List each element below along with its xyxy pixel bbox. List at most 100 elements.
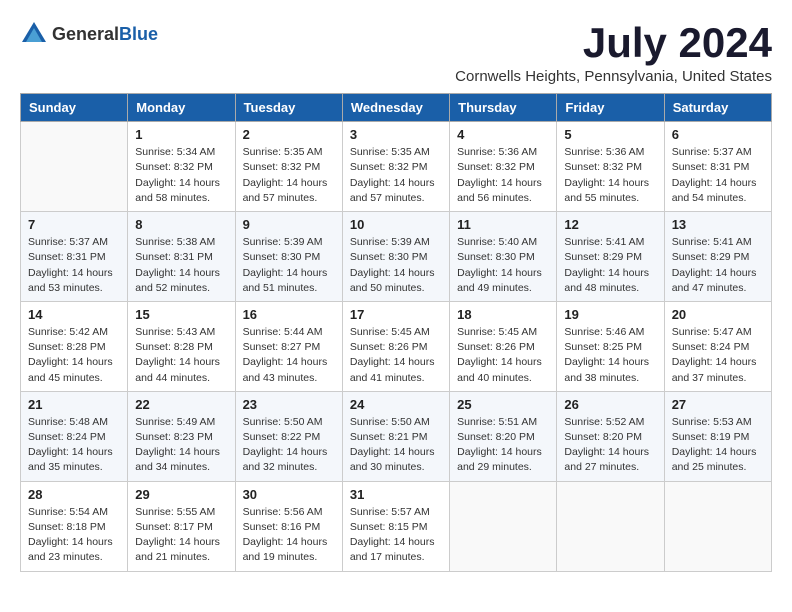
calendar-cell: 18 Sunrise: 5:45 AM Sunset: 8:26 PM Dayli…	[450, 301, 557, 391]
day-info: Sunrise: 5:39 AM Sunset: 8:30 PM Dayligh…	[243, 235, 335, 296]
day-number: 29	[135, 487, 227, 502]
day-number: 21	[28, 397, 120, 412]
calendar-header-row: SundayMondayTuesdayWednesdayThursdayFrid…	[21, 94, 772, 122]
calendar-cell: 28Sunrise: 5:54 AM Sunset: 8:18 PM Dayli…	[21, 481, 128, 571]
calendar-cell: 16 Sunrise: 5:44 AM Sunset: 8:27 PM Dayli…	[235, 301, 342, 391]
day-number: 4	[457, 127, 549, 142]
day-info: Sunrise: 5:54 AM Sunset: 8:18 PM Dayligh…	[28, 505, 120, 566]
day-info: Sunrise: 5:40 AM Sunset: 8:30 PM Dayligh…	[457, 235, 549, 296]
day-number: 31	[350, 487, 442, 502]
day-info: Sunrise: 5:38 AM Sunset: 8:31 PM Dayligh…	[135, 235, 227, 296]
day-number: 23	[243, 397, 335, 412]
day-info: Sunrise: 5:34 AM Sunset: 8:32 PM Dayligh…	[135, 145, 227, 206]
day-number: 20	[672, 307, 764, 322]
day-number: 26	[564, 397, 656, 412]
calendar-cell: 8 Sunrise: 5:38 AM Sunset: 8:31 PM Daylig…	[128, 212, 235, 302]
week-row-1: 1 Sunrise: 5:34 AM Sunset: 8:32 PM Daylig…	[21, 122, 772, 212]
day-info: Sunrise: 5:36 AM Sunset: 8:32 PM Dayligh…	[564, 145, 656, 206]
day-number: 5	[564, 127, 656, 142]
calendar-cell: 31 Sunrise: 5:57 AM Sunset: 8:15 PM Dayli…	[342, 481, 449, 571]
day-info: Sunrise: 5:44 AM Sunset: 8:27 PM Dayligh…	[243, 325, 335, 386]
day-number: 22	[135, 397, 227, 412]
day-info: Sunrise: 5:46 AM Sunset: 8:25 PM Dayligh…	[564, 325, 656, 386]
day-info: Sunrise: 5:57 AM Sunset: 8:15 PM Dayligh…	[350, 505, 442, 566]
day-info: Sunrise: 5:37 AM Sunset: 8:31 PM Dayligh…	[672, 145, 764, 206]
day-number: 1	[135, 127, 227, 142]
weekday-header-sunday: Sunday	[21, 94, 128, 122]
calendar-table: SundayMondayTuesdayWednesdayThursdayFrid…	[20, 93, 772, 571]
logo-icon	[20, 20, 48, 48]
day-info: Sunrise: 5:48 AM Sunset: 8:24 PM Dayligh…	[28, 415, 120, 476]
day-info: Sunrise: 5:52 AM Sunset: 8:20 PM Dayligh…	[564, 415, 656, 476]
day-number: 7	[28, 217, 120, 232]
day-info: Sunrise: 5:35 AM Sunset: 8:32 PM Dayligh…	[243, 145, 335, 206]
day-number: 17	[350, 307, 442, 322]
calendar-cell: 15Sunrise: 5:43 AM Sunset: 8:28 PM Dayli…	[128, 301, 235, 391]
title-block: July 2024 Cornwells Heights, Pennsylvani…	[455, 20, 772, 85]
day-number: 14	[28, 307, 120, 322]
calendar-cell	[21, 122, 128, 212]
logo-blue: Blue	[119, 24, 158, 44]
day-info: Sunrise: 5:45 AM Sunset: 8:26 PM Dayligh…	[350, 325, 442, 386]
day-info: Sunrise: 5:35 AM Sunset: 8:32 PM Dayligh…	[350, 145, 442, 206]
calendar-cell: 9 Sunrise: 5:39 AM Sunset: 8:30 PM Daylig…	[235, 212, 342, 302]
day-info: Sunrise: 5:45 AM Sunset: 8:26 PM Dayligh…	[457, 325, 549, 386]
logo: GeneralBlue	[20, 20, 158, 48]
day-number: 16	[243, 307, 335, 322]
calendar-cell	[557, 481, 664, 571]
day-number: 8	[135, 217, 227, 232]
weekday-header-tuesday: Tuesday	[235, 94, 342, 122]
day-info: Sunrise: 5:50 AM Sunset: 8:22 PM Dayligh…	[243, 415, 335, 476]
day-info: Sunrise: 5:49 AM Sunset: 8:23 PM Dayligh…	[135, 415, 227, 476]
day-info: Sunrise: 5:47 AM Sunset: 8:24 PM Dayligh…	[672, 325, 764, 386]
calendar-cell: 19Sunrise: 5:46 AM Sunset: 8:25 PM Dayli…	[557, 301, 664, 391]
day-info: Sunrise: 5:36 AM Sunset: 8:32 PM Dayligh…	[457, 145, 549, 206]
month-title: July 2024	[455, 20, 772, 66]
weekday-header-friday: Friday	[557, 94, 664, 122]
day-number: 30	[243, 487, 335, 502]
day-info: Sunrise: 5:56 AM Sunset: 8:16 PM Dayligh…	[243, 505, 335, 566]
calendar-cell: 24Sunrise: 5:50 AM Sunset: 8:21 PM Dayli…	[342, 391, 449, 481]
calendar-cell: 13Sunrise: 5:41 AM Sunset: 8:29 PM Dayli…	[664, 212, 771, 302]
week-row-3: 14 Sunrise: 5:42 AM Sunset: 8:28 PM Dayli…	[21, 301, 772, 391]
calendar-cell: 30 Sunrise: 5:56 AM Sunset: 8:16 PM Dayli…	[235, 481, 342, 571]
day-number: 11	[457, 217, 549, 232]
location-title: Cornwells Heights, Pennsylvania, United …	[455, 68, 772, 85]
page-header: GeneralBlue July 2024 Cornwells Heights,…	[20, 20, 772, 85]
logo-text: GeneralBlue	[52, 24, 158, 45]
weekday-header-saturday: Saturday	[664, 94, 771, 122]
day-info: Sunrise: 5:50 AM Sunset: 8:21 PM Dayligh…	[350, 415, 442, 476]
calendar-cell: 2 Sunrise: 5:35 AM Sunset: 8:32 PM Daylig…	[235, 122, 342, 212]
day-info: Sunrise: 5:51 AM Sunset: 8:20 PM Dayligh…	[457, 415, 549, 476]
day-number: 2	[243, 127, 335, 142]
calendar-cell: 4 Sunrise: 5:36 AM Sunset: 8:32 PM Daylig…	[450, 122, 557, 212]
day-info: Sunrise: 5:53 AM Sunset: 8:19 PM Dayligh…	[672, 415, 764, 476]
day-number: 12	[564, 217, 656, 232]
calendar-cell: 29 Sunrise: 5:55 AM Sunset: 8:17 PM Dayli…	[128, 481, 235, 571]
calendar-cell: 7Sunrise: 5:37 AM Sunset: 8:31 PM Daylig…	[21, 212, 128, 302]
calendar-cell	[450, 481, 557, 571]
calendar-cell: 14 Sunrise: 5:42 AM Sunset: 8:28 PM Dayli…	[21, 301, 128, 391]
calendar-cell: 20 Sunrise: 5:47 AM Sunset: 8:24 PM Dayli…	[664, 301, 771, 391]
week-row-2: 7Sunrise: 5:37 AM Sunset: 8:31 PM Daylig…	[21, 212, 772, 302]
day-number: 9	[243, 217, 335, 232]
weekday-header-thursday: Thursday	[450, 94, 557, 122]
calendar-cell: 21 Sunrise: 5:48 AM Sunset: 8:24 PM Dayli…	[21, 391, 128, 481]
calendar-cell: 26 Sunrise: 5:52 AM Sunset: 8:20 PM Dayli…	[557, 391, 664, 481]
calendar-cell: 27Sunrise: 5:53 AM Sunset: 8:19 PM Dayli…	[664, 391, 771, 481]
calendar-cell	[664, 481, 771, 571]
calendar-cell: 17 Sunrise: 5:45 AM Sunset: 8:26 PM Dayli…	[342, 301, 449, 391]
calendar-cell: 10Sunrise: 5:39 AM Sunset: 8:30 PM Dayli…	[342, 212, 449, 302]
week-row-4: 21 Sunrise: 5:48 AM Sunset: 8:24 PM Dayli…	[21, 391, 772, 481]
calendar-cell: 11 Sunrise: 5:40 AM Sunset: 8:30 PM Dayli…	[450, 212, 557, 302]
day-info: Sunrise: 5:55 AM Sunset: 8:17 PM Dayligh…	[135, 505, 227, 566]
calendar-cell: 12Sunrise: 5:41 AM Sunset: 8:29 PM Dayli…	[557, 212, 664, 302]
calendar-cell: 23 Sunrise: 5:50 AM Sunset: 8:22 PM Dayli…	[235, 391, 342, 481]
weekday-header-wednesday: Wednesday	[342, 94, 449, 122]
weekday-header-monday: Monday	[128, 94, 235, 122]
day-number: 15	[135, 307, 227, 322]
week-row-5: 28Sunrise: 5:54 AM Sunset: 8:18 PM Dayli…	[21, 481, 772, 571]
calendar-cell: 1 Sunrise: 5:34 AM Sunset: 8:32 PM Daylig…	[128, 122, 235, 212]
day-info: Sunrise: 5:42 AM Sunset: 8:28 PM Dayligh…	[28, 325, 120, 386]
day-number: 18	[457, 307, 549, 322]
